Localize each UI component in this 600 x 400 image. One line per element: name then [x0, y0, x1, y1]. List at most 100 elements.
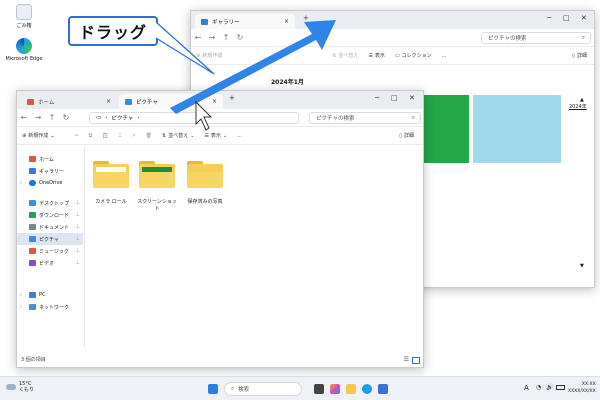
sidebar-item-label: ミュージック	[39, 248, 69, 255]
taskbar-search[interactable]: ⌕ 検索	[224, 382, 302, 396]
file-explorer-icon[interactable]	[346, 384, 356, 394]
new-tab-button[interactable]: +	[303, 14, 309, 22]
pin-icon: ⊥	[75, 200, 80, 206]
gallery-sort-button[interactable]: ⇅ 並べ替え	[327, 52, 363, 60]
address-bar[interactable]: ▭ › ピクチャ ›	[89, 112, 299, 124]
delete-icon[interactable]: 🗑	[141, 133, 157, 139]
sidebar-item-label: ピクチャ	[39, 236, 59, 243]
expand-icon[interactable]: ›	[20, 292, 22, 298]
folder-icon	[187, 161, 223, 188]
ime-indicator[interactable]: A	[524, 384, 529, 392]
refresh-icon[interactable]: ↻	[59, 113, 73, 122]
back-icon[interactable]: ←	[17, 113, 31, 122]
recycle-bin-shortcut[interactable]: ごみ箱	[3, 4, 45, 29]
sidebar-item-pictures[interactable]: ピクチャ ⊥	[17, 233, 83, 245]
clock[interactable]: XX:XX XXXX/XX/XX	[568, 381, 596, 395]
pictures-search-input[interactable]: ピクチャの検索 ⌕	[309, 112, 421, 124]
minimize-button[interactable]: ─	[375, 94, 379, 102]
timeline-label[interactable]: 2024年	[569, 103, 587, 110]
close-window-button[interactable]: ✕	[581, 14, 587, 22]
up-icon[interactable]: ↑	[219, 33, 233, 42]
maximize-button[interactable]: □	[391, 94, 398, 102]
gallery-search-placeholder: ピクチャの検索	[488, 36, 527, 42]
sidebar-item-videos[interactable]: ビデオ ⊥	[17, 257, 83, 269]
task-view-icon[interactable]	[314, 384, 324, 394]
sidebar-item-gallery[interactable]: ギャラリー	[17, 165, 83, 177]
sidebar-item-documents[interactable]: ドキュメント ⊥	[17, 221, 83, 233]
folder-icon	[139, 161, 175, 188]
sidebar-item-network[interactable]: › ネットワーク	[17, 301, 83, 313]
sort-button[interactable]: ⇅ 並べ替え ⌄	[157, 132, 199, 140]
tile-view-icon[interactable]	[412, 357, 420, 364]
sidebar-item-desktop[interactable]: デスクトップ ⊥	[17, 197, 83, 209]
tab-home[interactable]: ホーム ×	[21, 94, 117, 109]
home-icon	[27, 98, 34, 105]
gallery-icon	[201, 18, 208, 25]
close-icon[interactable]: ×	[284, 18, 289, 25]
gallery-more-button[interactable]: ...	[437, 53, 452, 59]
clock-time: XX:XX	[581, 382, 596, 387]
gallery-new-button[interactable]: ⊕ 新規作成	[191, 52, 227, 60]
cut-icon[interactable]: ✂	[69, 133, 83, 139]
gallery-view-button[interactable]: ☰ 表示	[363, 52, 390, 60]
battery-icon[interactable]	[556, 385, 565, 390]
view-button[interactable]: ☰ 表示 ⌄	[199, 132, 232, 140]
new-tab-button[interactable]: +	[229, 94, 235, 102]
back-icon[interactable]: ←	[191, 33, 205, 42]
sidebar-item-downloads[interactable]: ダウンロード ⊥	[17, 209, 83, 221]
sidebar-item-onedrive[interactable]: › OneDrive	[17, 177, 83, 189]
network-status-icon[interactable]: ◔	[536, 384, 541, 391]
timeline-down-icon[interactable]: ▼	[580, 263, 584, 269]
paste-icon[interactable]: 📋	[97, 133, 113, 139]
edge-icon[interactable]	[362, 384, 372, 394]
copy-icon[interactable]: ⧉	[84, 133, 98, 139]
sidebar-item-music[interactable]: ミュージック ⊥	[17, 245, 83, 257]
folder-screenshots[interactable]: スクリーンショット	[137, 161, 177, 212]
start-icon[interactable]	[208, 384, 218, 394]
minimize-button[interactable]: ─	[547, 14, 551, 22]
pictures-commandbar: ⊕ 新規作成 ⌄ ✂ ⧉ 📋 ⌶ ↗ 🗑 ⇅ 並べ替え ⌄ ☰ 表示 ⌄ ...…	[17, 127, 423, 145]
gallery-search-input[interactable]: ピクチャの検索 ⌕	[481, 32, 591, 44]
sidebar-item-pc[interactable]: › PC	[17, 289, 83, 301]
store-icon[interactable]	[378, 384, 388, 394]
expand-icon[interactable]: ›	[20, 304, 22, 310]
pictures-search-placeholder: ピクチャの検索	[316, 116, 355, 122]
sidebar-item-label: ホーム	[39, 156, 54, 163]
weather-widget[interactable]: 15°C くもり	[6, 381, 34, 393]
new-button[interactable]: ⊕ 新規作成 ⌄	[17, 132, 59, 140]
forward-icon[interactable]: →	[205, 33, 219, 42]
gallery-collection-button[interactable]: ▭ コレクション	[390, 52, 437, 60]
cloud-icon	[6, 384, 16, 390]
edge-shortcut[interactable]: Microsoft Edge	[3, 38, 45, 62]
tab-pictures[interactable]: ピクチャ ×	[119, 94, 223, 109]
gallery-sort-label: 並べ替え	[338, 53, 359, 59]
up-icon[interactable]: ↑	[45, 113, 59, 122]
folder-label: カメラ ロール	[95, 199, 127, 205]
copilot-icon[interactable]	[330, 384, 340, 394]
folder-camera-roll[interactable]: カメラ ロール	[91, 161, 131, 205]
gallery-collection-label: コレクション	[401, 53, 432, 59]
address-chevron-icon: ›	[105, 115, 108, 121]
expand-icon[interactable]: ›	[20, 180, 22, 186]
pin-icon: ⊥	[75, 248, 80, 254]
forward-icon[interactable]: →	[31, 113, 45, 122]
sidebar-item-home[interactable]: ホーム	[17, 153, 83, 165]
rename-icon[interactable]: ⌶	[113, 133, 126, 139]
maximize-button[interactable]: □	[563, 14, 570, 22]
list-view-icon[interactable]: ☰	[404, 356, 409, 363]
gallery-details-button[interactable]: ▯ 詳細	[567, 52, 592, 60]
details-button[interactable]: ▯ 詳細	[394, 132, 419, 140]
gallery-thumbnail-2[interactable]	[473, 95, 561, 163]
tab-gallery[interactable]: ギャラリー ×	[195, 14, 295, 29]
more-button[interactable]: ...	[232, 133, 247, 139]
sidebar-divider	[84, 147, 85, 347]
tab-pictures-label: ピクチャ	[136, 99, 158, 106]
navigation-pane: ホーム ギャラリー › OneDrive デスクトップ ⊥ ダウンロード ⊥ ド…	[17, 153, 83, 313]
close-icon[interactable]: ×	[212, 98, 217, 105]
volume-icon[interactable]: 🔊	[546, 384, 553, 391]
close-icon[interactable]: ×	[106, 98, 111, 105]
close-window-button[interactable]: ✕	[409, 94, 415, 102]
refresh-icon[interactable]: ↻	[233, 33, 247, 42]
share-icon[interactable]: ↗	[126, 133, 140, 139]
folder-saved-pictures[interactable]: 保存済みの写真	[185, 161, 225, 205]
